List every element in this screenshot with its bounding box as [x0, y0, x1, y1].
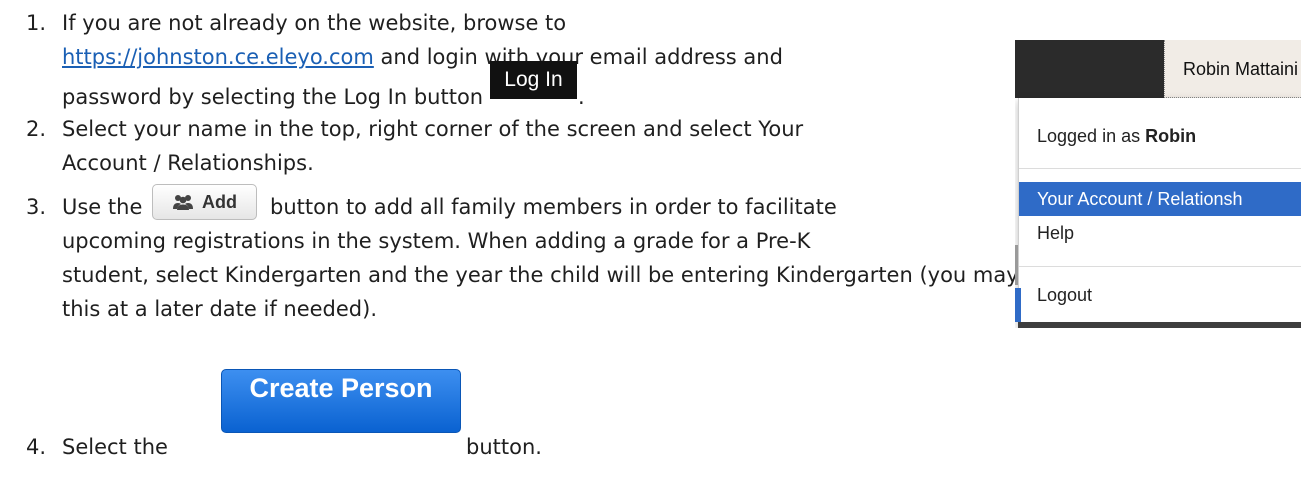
step-3-line-3: student, select Kindergarten and the yea…	[62, 263, 1066, 287]
step-2-line-2: Account / Relationships.	[62, 151, 314, 175]
step-1-number: 1.	[26, 11, 47, 35]
background-bottom-strip	[1018, 322, 1301, 328]
login-button[interactable]: Log In	[490, 61, 577, 99]
step-1-period: .	[578, 85, 585, 109]
step-2-line-1: Select your name in the top, right corne…	[62, 117, 804, 141]
users-icon	[173, 195, 193, 210]
website-link[interactable]: https://johnston.ce.eleyo.com	[62, 45, 374, 69]
step-4-line-1-after: button.	[466, 435, 542, 459]
step-3-line-4: this at a later date if needed).	[62, 297, 378, 321]
background-edge-blue	[1015, 288, 1021, 322]
background-edge	[1015, 245, 1018, 285]
step-3-line-1-after: button to add all family members in orde…	[270, 195, 837, 219]
create-person-button[interactable]: Create Person	[221, 369, 461, 433]
menu-divider	[1019, 168, 1301, 169]
step-3-line-2: upcoming registrations in the system. Wh…	[62, 229, 811, 253]
menu-item-logout[interactable]: Logout	[1019, 278, 1301, 312]
step-4-line-1-before: Select the	[62, 435, 168, 459]
account-dropdown-menu: Logged in as Robin Your Account / Relati…	[1018, 98, 1301, 327]
logged-in-prefix: Logged in as	[1037, 126, 1146, 146]
step-1-line-1: If you are not already on the website, b…	[62, 11, 567, 35]
step-4-number: 4.	[26, 435, 47, 459]
logged-in-name: Robin	[1145, 126, 1197, 146]
menu-item-your-account[interactable]: Your Account / Relationsh	[1019, 182, 1301, 216]
step-1-line-3: password by selecting the Log In button	[62, 85, 484, 109]
add-button-label: Add	[202, 191, 237, 212]
menu-item-help[interactable]: Help	[1019, 216, 1301, 250]
instruction-document: 1. If you are not already on the website…	[0, 0, 1301, 484]
step-3-line-1-before: Use the	[62, 195, 143, 219]
step-1-line-2: https://johnston.ce.eleyo.com and login …	[62, 44, 783, 71]
step-2-number: 2.	[26, 117, 47, 141]
menu-divider	[1019, 266, 1301, 267]
step-1-line-2-rest: and login with your email address and	[373, 45, 783, 69]
user-name-menu-button[interactable]: Robin Mattaini	[1164, 40, 1301, 98]
account-menu-screenshot: Robin Mattaini Logged in as Robin Your A…	[1015, 40, 1301, 328]
logged-in-status: Logged in as Robin	[1019, 120, 1301, 152]
add-button[interactable]: Add	[152, 184, 257, 220]
step-3-number: 3.	[26, 195, 47, 219]
